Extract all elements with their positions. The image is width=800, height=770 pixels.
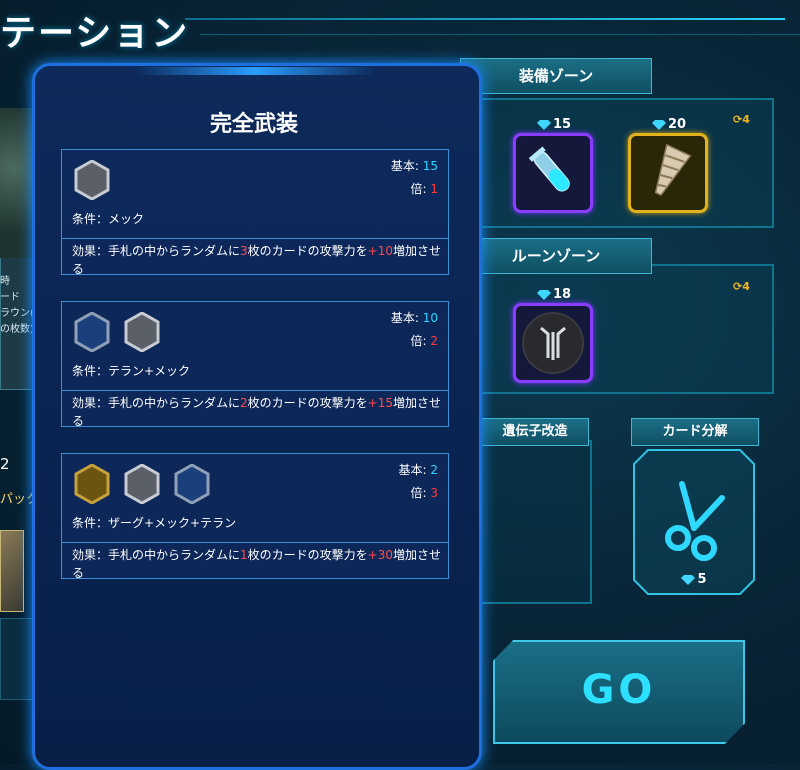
- hex-mech-silver-icon: [124, 312, 160, 352]
- equip-slot-1-cost-value: 15: [553, 117, 572, 132]
- mult-label: 倍:: [410, 334, 427, 348]
- header-divider-secondary: [200, 34, 800, 35]
- mult-value: 2: [430, 334, 438, 348]
- effect-text: 効果：手札の中からランダムに2枚のカードの攻撃力を+15増加させる: [72, 394, 442, 430]
- rune-slot-1-cost-value: 18: [553, 287, 572, 302]
- mult-label: 倍:: [410, 486, 427, 500]
- effect-bonus: +15: [367, 396, 393, 410]
- card-disassemble-cost: 5: [632, 572, 756, 587]
- diamond-icon: [537, 119, 551, 130]
- drill-icon: [654, 143, 692, 197]
- gene-mod-tab[interactable]: 遺伝子改造: [481, 418, 589, 446]
- rune-emblem-icon: [522, 312, 584, 374]
- equip-refresh[interactable]: ⟳4: [733, 113, 750, 126]
- diamond-icon: [681, 574, 696, 585]
- condition-text: 条件：テラン+メック: [72, 364, 191, 378]
- condition-text: 条件：メック: [72, 212, 145, 226]
- equip-slot-2[interactable]: [628, 133, 708, 213]
- left-text-line: の枚数): [0, 324, 34, 335]
- equip-slot-1-cost: 15: [537, 117, 571, 132]
- equip-refresh-count: 4: [742, 113, 750, 126]
- effect-prefix: 効果：手札の中からランダムに: [72, 548, 241, 562]
- mult-value: 3: [430, 486, 438, 500]
- left-text-line: ラウン(: [0, 308, 34, 319]
- mult-value: 1: [430, 182, 438, 196]
- rune-zone-tab[interactable]: ルーンゾーン: [460, 238, 652, 274]
- modal-top-decoration: [135, 67, 375, 75]
- effect-count: 3: [240, 244, 248, 258]
- effect-text: 効果：手札の中からランダムに3枚のカードの攻撃力を+10増加させる: [72, 242, 442, 278]
- base-label: 基本:: [390, 311, 419, 325]
- card-divider: [62, 542, 448, 543]
- rune-refresh-count: 4: [742, 280, 750, 293]
- test-tube-icon: [528, 146, 570, 192]
- equip-slot-2-cost: 20: [652, 117, 686, 132]
- bonus-card-2: 基本: 10 倍: 2 条件：テラン+メック 効果：手札の中からランダムに2枚の…: [61, 301, 449, 430]
- effect-prefix: 効果：手札の中からランダムに: [72, 244, 241, 258]
- effect-count: 2: [240, 396, 248, 410]
- condition-text: 条件：ザーグ+メック+テラン: [72, 516, 237, 530]
- rune-slot-1[interactable]: [513, 303, 593, 383]
- hex-mech-silver-icon: [124, 464, 160, 504]
- base-value: 2: [430, 463, 438, 477]
- base-label: 基本:: [398, 463, 427, 477]
- effect-bonus: +30: [367, 548, 393, 562]
- page-title: テーション: [0, 13, 190, 54]
- card-divider: [62, 390, 448, 391]
- equip-zone-tab[interactable]: 装備ゾーン: [460, 58, 652, 94]
- effect-prefix: 効果：手札の中からランダムに: [72, 396, 241, 410]
- equip-slot-2-cost-value: 20: [668, 117, 687, 132]
- card-disassemble-button[interactable]: 5: [632, 448, 756, 596]
- hex-mech-silver-icon: [74, 160, 110, 200]
- effect-bonus: +10: [367, 244, 393, 258]
- go-button[interactable]: GO: [493, 640, 745, 744]
- hex-terran-blue-icon: [74, 312, 110, 352]
- bonus-card-1: 基本: 15 倍: 1 条件：メック 効果：手札の中からランダムに3枚のカードの…: [61, 149, 449, 278]
- hex-zerg-gold-icon: [74, 464, 110, 504]
- effect-middle: 枚のカードの攻撃力を: [247, 244, 368, 258]
- gene-mod-panel[interactable]: [480, 440, 592, 604]
- background-card-art: [0, 108, 34, 258]
- modal-title: 完全武装: [209, 112, 298, 137]
- header-divider: [185, 18, 785, 20]
- rune-slot-1-cost: 18: [537, 287, 571, 302]
- refresh-icon: ⟳: [733, 113, 743, 126]
- base-value: 15: [422, 159, 438, 173]
- diamond-icon: [537, 289, 551, 300]
- effect-middle: 枚のカードの攻撃力を: [247, 548, 368, 562]
- left-text-line: 時: [0, 276, 10, 287]
- card-disassemble-cost-value: 5: [697, 572, 707, 587]
- base-label: 基本:: [390, 159, 419, 173]
- hex-terran-blue-icon: [174, 464, 210, 504]
- left-count: 2: [0, 455, 10, 473]
- equip-slot-1[interactable]: [513, 133, 593, 213]
- refresh-icon: ⟳: [733, 280, 743, 293]
- rune-refresh[interactable]: ⟳4: [733, 280, 750, 293]
- effect-count: 1: [240, 548, 248, 562]
- mult-label: 倍:: [410, 182, 427, 196]
- diamond-icon: [652, 119, 666, 130]
- effect-text: 効果：手札の中からランダムに1枚のカードの攻撃力を+30増加させる: [72, 546, 442, 582]
- effect-middle: 枚のカードの攻撃力を: [247, 396, 368, 410]
- left-panel: [0, 618, 36, 700]
- base-value: 10: [422, 311, 438, 325]
- card-disassemble-tab[interactable]: カード分解: [631, 418, 759, 446]
- left-card-thumbnail[interactable]: [0, 530, 24, 612]
- bonus-card-3: 基本: 2 倍: 3 条件：ザーグ+メック+テラン 効果：手札の中からランダムに…: [61, 453, 449, 582]
- left-text-line: ード: [0, 292, 20, 303]
- card-divider: [62, 238, 448, 239]
